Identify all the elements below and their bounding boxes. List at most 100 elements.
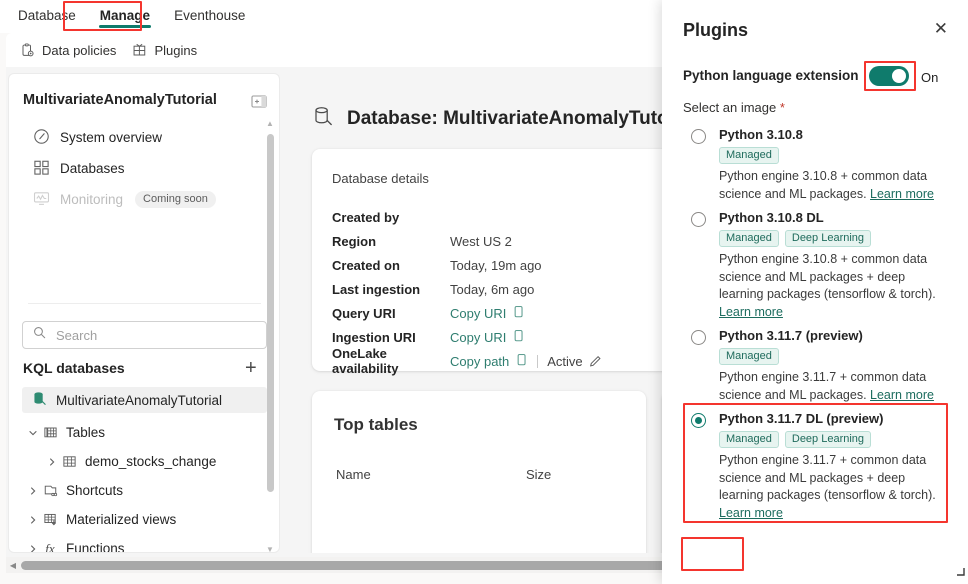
kql-database-item-selected[interactable]: MultivariateAnomalyTutorial xyxy=(22,387,267,413)
database-details-card: Database details Created by Region West … xyxy=(312,149,712,376)
plus-icon[interactable]: + xyxy=(245,358,257,378)
detail-row-last-ingestion: Last ingestion Today, 6m ago xyxy=(332,277,692,301)
tab-database[interactable]: Database xyxy=(6,2,88,32)
tab-active-underline xyxy=(98,25,152,28)
image-option-python-3117-dl[interactable]: Python 3.11.7 DL (preview) Managed Deep … xyxy=(683,410,947,522)
tree-item-materialized-views-label: Materialized views xyxy=(66,512,177,527)
tab-eventhouse-label: Eventhouse xyxy=(174,7,246,23)
close-icon[interactable]: ✕ xyxy=(934,20,948,37)
detail-label: Last ingestion xyxy=(332,281,421,297)
image-option-body: Python 3.11.7 (preview) Managed Python e… xyxy=(719,327,947,404)
explorer-divider-top xyxy=(28,303,261,304)
image-option-badges: Managed xyxy=(719,348,947,365)
image-option-badges: Managed Deep Learning xyxy=(719,431,947,448)
tab-manage[interactable]: Manage xyxy=(88,2,162,32)
toggle-state-label: On xyxy=(921,70,939,85)
tree-item-functions-label: Functions xyxy=(66,541,125,553)
resize-grip[interactable] xyxy=(953,563,965,581)
kql-database-item-label: MultivariateAnomalyTutorial xyxy=(56,392,223,408)
tree-item-tables[interactable]: Tables xyxy=(9,418,267,447)
learn-more-link[interactable]: Learn more xyxy=(719,305,783,319)
copy-icon[interactable] xyxy=(512,329,525,346)
explorer-nav-list: System overview Databases Monitoring Com… xyxy=(9,122,267,215)
pencil-icon[interactable] xyxy=(589,353,603,370)
explorer-panel: MultivariateAnomalyTutorial System overv… xyxy=(8,73,280,553)
tab-eventhouse[interactable]: Eventhouse xyxy=(162,2,257,32)
learn-more-link[interactable]: Learn more xyxy=(719,506,783,520)
image-option-description-text: Python engine 3.11.7 + common data scien… xyxy=(719,453,936,502)
badge-managed: Managed xyxy=(719,230,779,247)
command-data-policies[interactable]: Data policies xyxy=(20,43,116,58)
image-option-python-3117[interactable]: Python 3.11.7 (preview) Managed Python e… xyxy=(683,327,947,404)
function-fx-icon: fx xyxy=(45,540,55,553)
python-extension-label: Python language extension xyxy=(683,68,859,83)
detail-label: Ingestion URI xyxy=(332,329,416,345)
image-option-description: Python engine 3.11.7 + common data scien… xyxy=(719,369,947,404)
status-badge-coming-soon: Coming soon xyxy=(135,191,216,208)
scroll-left-icon[interactable]: ◀ xyxy=(8,560,18,570)
tree-item-materialized-views[interactable]: Materialized views xyxy=(9,505,267,534)
explorer-title: MultivariateAnomalyTutorial xyxy=(23,92,217,108)
detail-label: OneLake availability xyxy=(332,346,399,376)
top-tables-column-headers: Name Size xyxy=(336,467,626,482)
database-details-caption: Database details xyxy=(332,171,429,186)
chevron-right-icon[interactable] xyxy=(44,457,59,467)
python-extension-toggle[interactable] xyxy=(869,66,909,86)
search-icon xyxy=(33,326,46,344)
chevron-down-icon[interactable] xyxy=(25,428,40,438)
detail-label: Created by xyxy=(332,209,400,225)
chevron-right-icon[interactable] xyxy=(25,515,40,525)
sidebar-item-system-overview[interactable]: System overview xyxy=(9,122,267,153)
sidebar-item-databases-label: Databases xyxy=(60,161,125,176)
search-input-container[interactable] xyxy=(22,321,267,349)
image-option-description-text: Python engine 3.10.8 + common data scien… xyxy=(719,252,936,301)
tree-item-shortcuts[interactable]: Shortcuts xyxy=(9,476,267,505)
database-details-rows: Created by Region West US 2 Created on T… xyxy=(332,205,692,376)
shortcuts-icon xyxy=(40,483,60,498)
command-data-policies-label: Data policies xyxy=(42,42,117,58)
copy-icon[interactable] xyxy=(512,305,525,322)
explorer-scrollbar[interactable]: ▲ ▼ xyxy=(263,118,277,553)
select-image-label: Select an image * xyxy=(683,100,785,115)
select-image-label-text: Select an image xyxy=(683,100,777,115)
copy-ingestion-uri-link[interactable]: Copy URI xyxy=(450,330,506,345)
image-option-title: Python 3.10.8 DL xyxy=(719,210,824,225)
onelake-status-value: Active xyxy=(547,353,583,369)
radio-python-3117-dl[interactable] xyxy=(691,413,706,428)
scroll-up-icon[interactable]: ▲ xyxy=(265,118,275,128)
search-input[interactable] xyxy=(54,326,244,344)
image-option-python-3108[interactable]: Python 3.10.8 Managed Python engine 3.10… xyxy=(683,126,947,203)
chevron-right-icon[interactable] xyxy=(25,544,40,552)
learn-more-link[interactable]: Learn more xyxy=(870,388,934,402)
tree-item-demo-stocks-change[interactable]: demo_stocks_change xyxy=(9,447,267,476)
detail-label: Region xyxy=(332,233,377,249)
command-plugins[interactable]: Plugins xyxy=(132,43,197,58)
materialized-view-icon xyxy=(40,512,60,527)
tables-icon xyxy=(40,425,60,440)
copy-icon[interactable] xyxy=(515,353,528,370)
badge-managed: Managed xyxy=(719,348,779,365)
detail-label: Query URI xyxy=(332,305,396,321)
collapse-panel-icon[interactable] xyxy=(251,94,267,114)
tree-item-functions[interactable]: fx Functions xyxy=(9,534,267,553)
scroll-down-icon[interactable]: ▼ xyxy=(265,544,275,553)
copy-path-link[interactable]: Copy path xyxy=(450,354,509,369)
tree-item-tables-label: Tables xyxy=(66,425,106,440)
image-option-title: Python 3.11.7 DL (preview) xyxy=(719,411,884,426)
learn-more-link[interactable]: Learn more xyxy=(870,187,934,201)
radio-python-3108-dl[interactable] xyxy=(691,212,706,227)
sidebar-item-databases[interactable]: Databases xyxy=(9,153,267,184)
copy-query-uri-link[interactable]: Copy URI xyxy=(450,306,506,321)
kql-database-icon xyxy=(32,391,47,409)
image-option-description: Python engine 3.11.7 + common data scien… xyxy=(719,452,947,522)
image-option-badges: Managed xyxy=(719,147,947,164)
scrollbar-thumb[interactable] xyxy=(266,134,274,492)
image-option-body: Python 3.10.8 DL Managed Deep Learning P… xyxy=(719,209,947,321)
column-header-size: Size xyxy=(526,467,552,482)
image-option-python-3108-dl[interactable]: Python 3.10.8 DL Managed Deep Learning P… xyxy=(683,209,947,321)
chevron-right-icon[interactable] xyxy=(25,486,40,496)
radio-python-3108[interactable] xyxy=(691,129,706,144)
radio-python-3117[interactable] xyxy=(691,330,706,345)
table-icon xyxy=(59,454,79,469)
required-marker: * xyxy=(779,100,785,115)
